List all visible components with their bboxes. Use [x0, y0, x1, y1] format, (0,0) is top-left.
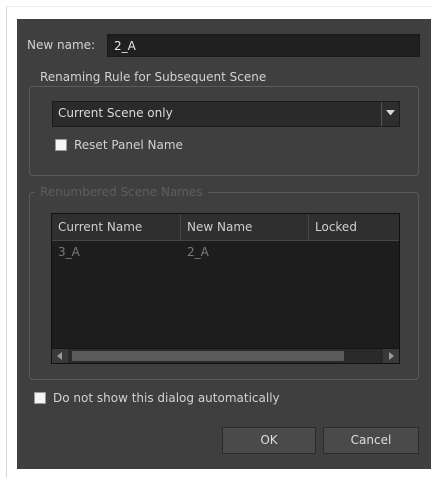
column-header-new-name[interactable]: New Name	[181, 214, 309, 241]
scrollbar-thumb[interactable]	[72, 351, 344, 361]
column-header-locked[interactable]: Locked	[309, 214, 399, 241]
reset-panel-checkbox[interactable]	[55, 139, 67, 151]
arrow-right-icon[interactable]	[383, 349, 399, 363]
cell-new-name: 2_A	[187, 245, 209, 259]
arrow-left-icon[interactable]	[52, 349, 68, 363]
renaming-rule-select[interactable]: Current Scene only	[52, 101, 400, 127]
dont-show-label: Do not show this dialog automatically	[53, 391, 280, 405]
renaming-rule-selected: Current Scene only	[58, 106, 173, 120]
renaming-rule-group	[29, 86, 419, 176]
new-name-input[interactable]	[107, 34, 420, 57]
cancel-button[interactable]: Cancel	[323, 427, 419, 454]
column-header-current-name[interactable]: Current Name	[52, 214, 181, 241]
renumbered-table: Current Name New Name Locked 3_A 2_A	[51, 213, 400, 364]
ok-button[interactable]: OK	[222, 427, 316, 454]
page-border-left	[6, 6, 7, 478]
renumbered-legend: Renumbered Scene Names	[35, 185, 208, 199]
horizontal-scrollbar[interactable]	[52, 348, 399, 363]
renaming-rule-legend: Renaming Rule for Subsequent Scene	[35, 70, 272, 84]
cell-current-name: 3_A	[58, 245, 80, 259]
new-name-label: New name:	[27, 38, 96, 52]
dont-show-checkbox[interactable]	[34, 392, 46, 404]
table-row[interactable]: 3_A 2_A	[52, 241, 399, 261]
reset-panel-label: Reset Panel Name	[74, 138, 183, 152]
chevron-down-icon[interactable]	[381, 102, 399, 126]
page-border-top	[6, 6, 433, 7]
rename-scene-dialog: New name: Renaming Rule for Subsequent S…	[17, 19, 431, 469]
